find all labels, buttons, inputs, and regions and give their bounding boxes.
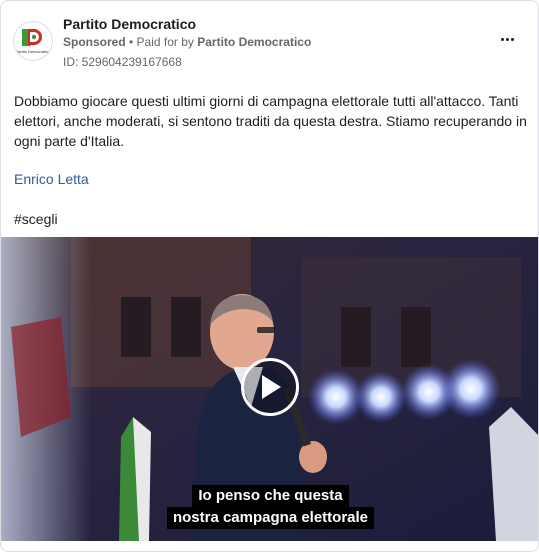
avatar-caption: Partito Democratico xyxy=(15,49,51,54)
post-text: Dobbiamo giocare questi ultimi giorni di… xyxy=(14,93,527,149)
separator: • xyxy=(125,35,137,49)
ellipsis-icon xyxy=(500,37,504,41)
subtitle-line-1: Io penso che questa xyxy=(192,485,349,507)
ad-header: Partito Democratico Partito Democratico … xyxy=(1,1,538,77)
paid-for-by[interactable]: Partito Democratico xyxy=(197,35,311,49)
paid-for-prefix: Paid for by xyxy=(136,35,198,49)
author-link[interactable]: Enrico Letta xyxy=(14,171,89,187)
subtitle-line-2: nostra campagna elettorale xyxy=(166,507,375,529)
page-name[interactable]: Partito Democratico xyxy=(63,16,196,32)
ad-card: Partito Democratico Partito Democratico … xyxy=(0,0,539,552)
video-subtitle: Io penso che questa nostra campagna elet… xyxy=(1,485,538,529)
post-body: Dobbiamo giocare questi ultimi giorni di… xyxy=(14,91,529,151)
ad-id: ID: 529604239167668 xyxy=(63,55,182,69)
sponsor-line: Sponsored • Paid for by Partito Democrat… xyxy=(63,35,311,49)
hashtag: #scegli xyxy=(14,211,58,227)
pd-logo-icon: Partito Democratico xyxy=(15,29,51,54)
play-button[interactable] xyxy=(241,358,299,416)
sponsored-label: Sponsored xyxy=(63,35,126,49)
page-avatar[interactable]: Partito Democratico xyxy=(13,21,53,61)
more-options-button[interactable] xyxy=(495,29,519,49)
play-icon xyxy=(262,375,281,399)
